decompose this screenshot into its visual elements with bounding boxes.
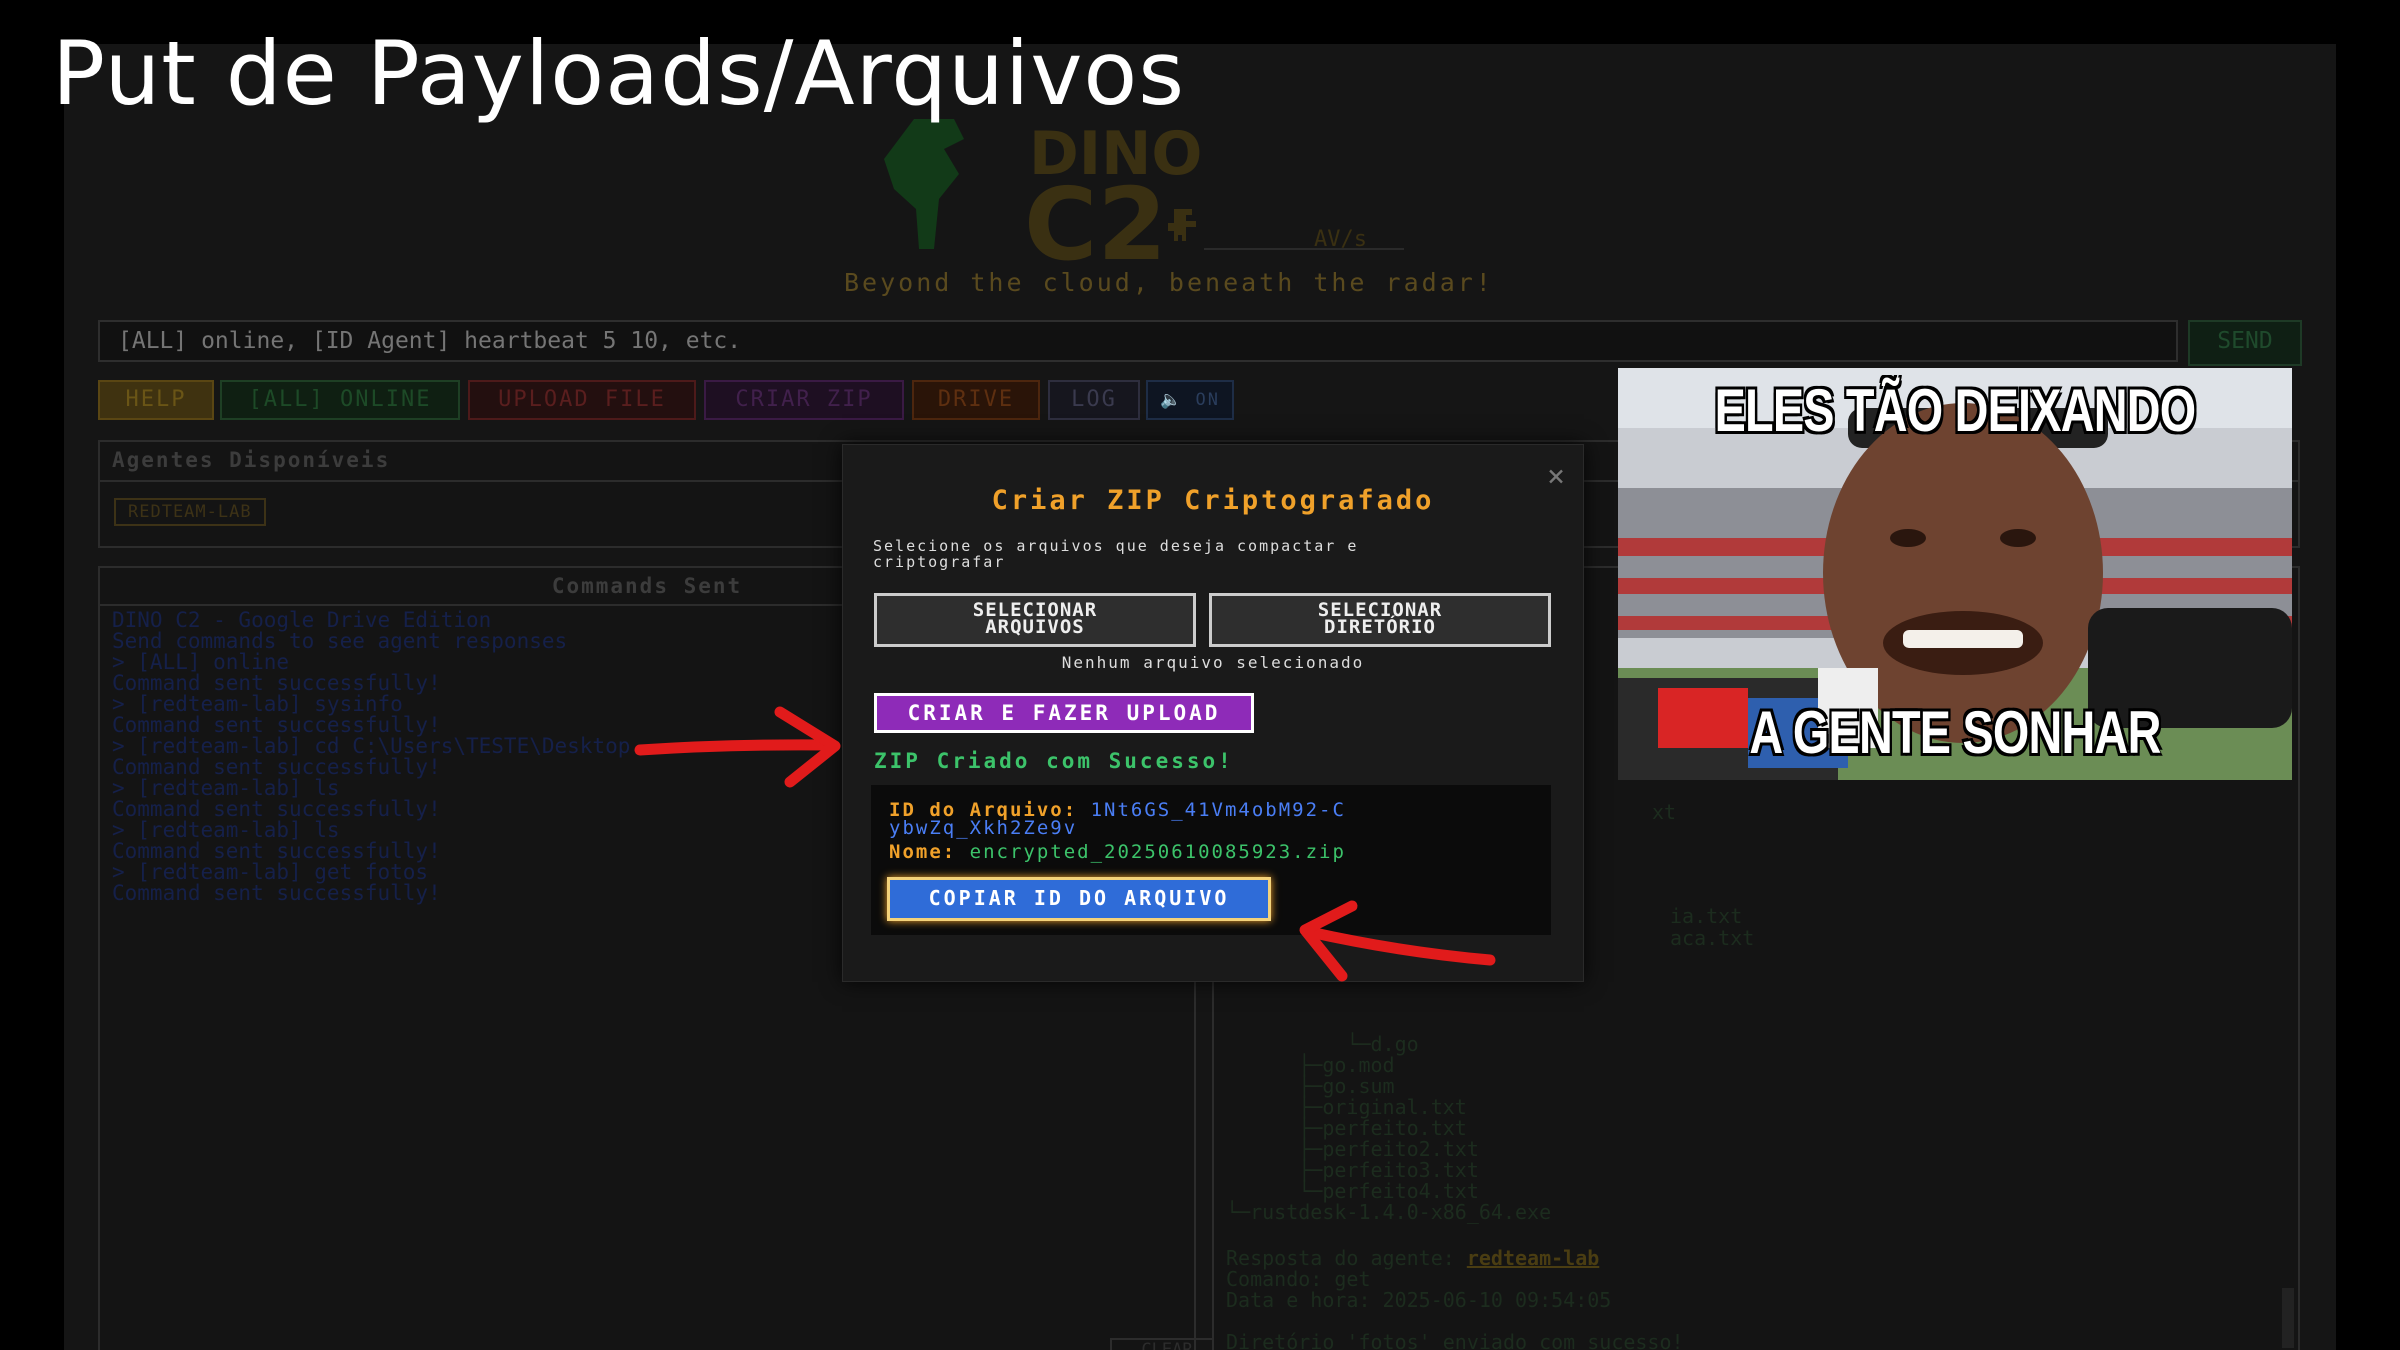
- scrollbar[interactable]: [2282, 1288, 2294, 1348]
- agent-response: Resposta do agente: redteam-lab Comando:…: [1226, 1248, 1684, 1350]
- slide-title: Put de Payloads/Arquivos: [52, 22, 1186, 125]
- no-file-status: Nenhum arquivo selecionado: [1061, 653, 1365, 672]
- copy-id-button[interactable]: COPIAR ID DO ARQUIVO: [887, 877, 1271, 921]
- tree-fragment-1: ia.txt: [1670, 904, 1743, 928]
- success-message: ZIP Criado com Sucesso!: [874, 749, 1234, 773]
- commands-log: DINO C2 - Google Drive Edition Send comm…: [112, 608, 631, 905]
- agent-tag[interactable]: REDTEAM-LAB: [114, 498, 266, 526]
- red-arrow-left-icon: [1299, 900, 1496, 982]
- criar-zip-button[interactable]: CRIAR ZIP: [704, 380, 904, 420]
- upload-file-button[interactable]: UPLOAD FILE: [468, 380, 696, 420]
- logo-line2: C2: [1024, 166, 1167, 283]
- command-input[interactable]: [98, 320, 2178, 362]
- log-button[interactable]: LOG: [1048, 380, 1140, 420]
- pixel-dino-icon: [1168, 209, 1196, 241]
- directory-tree: └─d.go ├─go.mod ├─go.sum ├─original.txt …: [1226, 1032, 1552, 1224]
- file-id-line: ID do Arquivo: 1Nt6GS_41Vm4obM92-CybwZq_…: [889, 801, 1359, 838]
- select-directory-button[interactable]: SELECIONAR DIRETÓRIO: [1209, 593, 1551, 647]
- sound-toggle[interactable]: 🔈 ON: [1146, 380, 1234, 420]
- file-name-label: Nome:: [889, 841, 970, 863]
- agents-panel-title: Agentes Disponíveis: [112, 448, 391, 472]
- all-online-button[interactable]: [ALL] ONLINE: [220, 380, 460, 420]
- create-upload-button[interactable]: CRIAR E FAZER UPLOAD: [874, 693, 1254, 733]
- red-arrow-right-icon: [634, 706, 841, 788]
- logo-sub: AV/s: [1314, 227, 1367, 252]
- meme-top-text: ELES TÃO DEIXANDO: [1714, 377, 2197, 444]
- help-button[interactable]: HELP: [98, 380, 214, 420]
- meme-image: ELES TÃO DEIXANDO A GENTE SONHAR: [1618, 368, 2292, 780]
- drive-button[interactable]: DRIVE: [912, 380, 1040, 420]
- select-files-button[interactable]: SELECIONAR ARQUIVOS: [874, 593, 1196, 647]
- clear-button[interactable]: CLEAR: [1110, 1338, 1224, 1350]
- dino-silhouette-icon: [884, 119, 964, 249]
- modal-title: Criar ZIP Criptografado: [991, 485, 1435, 516]
- tree-fragment-2: aca.txt: [1670, 926, 1755, 950]
- file-name-line: Nome: encrypted_20250610085923.zip: [889, 841, 1346, 863]
- tagline: Beyond the cloud, beneath the radar!: [844, 268, 1494, 297]
- response-agent-link[interactable]: redteam-lab: [1467, 1246, 1599, 1270]
- meme-bottom-text: A GENTE SONHAR: [1749, 699, 2161, 766]
- send-button[interactable]: SEND: [2188, 320, 2302, 366]
- file-name-value: encrypted_20250610085923.zip: [969, 841, 1346, 863]
- response-details: Comando: get Data e hora: 2025-06-10 09:…: [1226, 1267, 1684, 1350]
- modal-description: Selecione os arquivos que deseja compact…: [873, 537, 1359, 571]
- tree-fragment-3: xt: [1652, 800, 1677, 824]
